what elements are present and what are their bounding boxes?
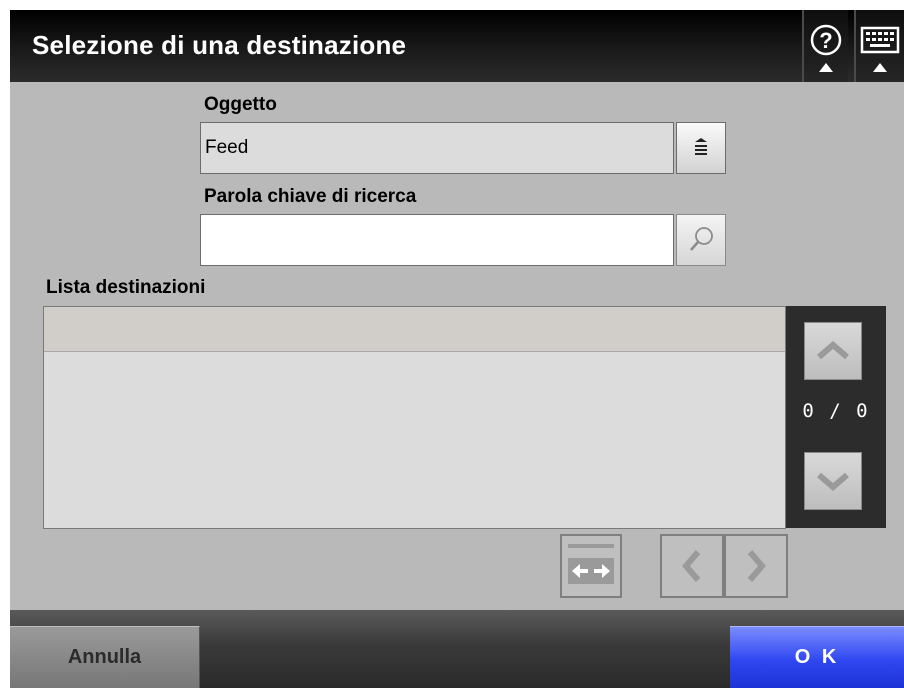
destination-selection-screen: Selezione di una destinazione ? Oggetto bbox=[10, 10, 904, 688]
chevron-down-icon bbox=[817, 472, 849, 491]
keyword-search-input[interactable] bbox=[200, 214, 674, 266]
chevron-right-icon bbox=[747, 550, 766, 582]
search-icon bbox=[690, 227, 713, 251]
ok-button[interactable]: O K bbox=[730, 626, 904, 688]
footer-bar: Annulla O K bbox=[10, 610, 904, 688]
expand-horizontal-icon bbox=[568, 544, 614, 584]
chevron-left-icon bbox=[682, 550, 701, 582]
list-scroll-panel: 0 / 0 bbox=[786, 306, 886, 528]
search-button[interactable] bbox=[676, 214, 726, 266]
chevron-up-icon bbox=[817, 341, 849, 360]
scroll-up-button[interactable] bbox=[804, 322, 862, 380]
expand-columns-button[interactable] bbox=[560, 534, 622, 598]
next-button[interactable] bbox=[724, 534, 788, 598]
expand-up-icon bbox=[873, 63, 887, 72]
page-title: Selezione di una destinazione bbox=[32, 30, 407, 60]
svg-text:?: ? bbox=[819, 28, 832, 53]
question-circle-icon: ? bbox=[810, 24, 842, 56]
page-indicator: 0 / 0 bbox=[802, 400, 870, 422]
keyboard-button[interactable] bbox=[856, 10, 904, 82]
keyword-label: Parola chiave di ricerca bbox=[204, 186, 417, 207]
keyboard-icon bbox=[860, 26, 900, 54]
help-button[interactable]: ? bbox=[804, 10, 848, 82]
object-label: Oggetto bbox=[204, 94, 277, 115]
header-bar: Selezione di una destinazione ? bbox=[10, 10, 904, 82]
scroll-down-button[interactable] bbox=[804, 452, 862, 510]
destination-list-label: Lista destinazioni bbox=[46, 277, 206, 298]
expand-up-icon bbox=[819, 63, 833, 72]
object-select[interactable]: Feed bbox=[200, 122, 674, 174]
object-dropdown-button[interactable] bbox=[676, 122, 726, 174]
previous-button[interactable] bbox=[660, 534, 724, 598]
list-item[interactable] bbox=[44, 307, 785, 352]
list-dropdown-icon bbox=[695, 138, 707, 155]
destination-list[interactable] bbox=[43, 306, 786, 529]
object-select-value: Feed bbox=[205, 137, 249, 158]
cancel-button[interactable]: Annulla bbox=[10, 626, 200, 688]
